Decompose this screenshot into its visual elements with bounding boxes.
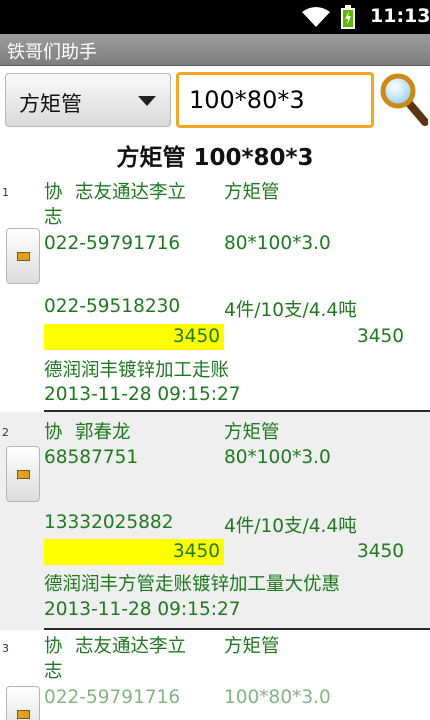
row-index: 2 [2, 426, 9, 439]
product-name: 方矩管 [224, 182, 280, 203]
category-dropdown[interactable]: 方矩管 [5, 73, 171, 127]
product-name: 方矩管 [224, 636, 280, 657]
battery-charging-icon [341, 5, 355, 29]
product-spec: 100*80*3.0 [224, 687, 331, 708]
call-button[interactable] [6, 446, 40, 502]
call-button[interactable] [6, 686, 40, 720]
membership-tag: 协 [44, 182, 63, 203]
timestamp: 2013-11-28 09:15:27 [44, 384, 241, 405]
phone-primary: 68587751 [44, 447, 139, 468]
quantity: 4件/10支/4.4吨 [224, 300, 357, 321]
phone-secondary: 13332025882 [44, 512, 174, 533]
price-highlight: 3450 [44, 324, 224, 350]
search-input[interactable] [176, 72, 374, 128]
phone-card-icon [17, 252, 30, 261]
call-button[interactable] [6, 228, 40, 284]
list-item[interactable]: 1 协 志友通达李立 志 方矩管 022-59791716 80*100*3.0… [0, 176, 430, 412]
phone-primary: 022-59791716 [44, 687, 181, 708]
phone-card-icon [17, 470, 30, 479]
clock: 11:13 [370, 5, 430, 27]
company-name: 志友通达李立 [75, 182, 187, 203]
quantity: 4件/10支/4.4吨 [224, 516, 357, 537]
status-bar: 11:13 [0, 0, 430, 34]
search-button[interactable] [378, 72, 429, 128]
wifi-icon [302, 7, 330, 27]
price: 3450 [172, 326, 220, 347]
remark: 德润润丰方管走账镀锌加工量大优惠 [44, 574, 341, 595]
phone-primary: 022-59791716 [44, 233, 181, 254]
magnifier-icon [380, 73, 429, 126]
timestamp: 2013-11-28 09:15:27 [44, 599, 241, 620]
list-item[interactable]: 2 协 郭春龙 方矩管 68587751 80*100*3.0 13332025… [0, 412, 430, 630]
phone-secondary: 022-59518230 [44, 296, 181, 317]
row-index: 3 [2, 642, 9, 655]
price-right: 3450 [357, 541, 405, 562]
membership-tag: 协 [44, 422, 63, 443]
chevron-down-icon [138, 96, 156, 106]
price-right: 3450 [357, 326, 405, 347]
company-name-wrap: 志 [44, 661, 63, 682]
phone-card-icon [17, 710, 30, 719]
price-highlight: 3450 [44, 539, 224, 565]
membership-tag: 协 [44, 636, 63, 657]
row-index: 1 [2, 186, 9, 199]
list-item[interactable]: 3 协 志友通达李立 志 方矩管 022-59791716 100*80*3.0 [0, 630, 430, 720]
product-spec: 80*100*3.0 [224, 233, 331, 254]
product-spec: 80*100*3.0 [224, 447, 331, 468]
product-name: 方矩管 [224, 422, 280, 443]
company-name: 志友通达李立 [75, 636, 187, 657]
company-name: 郭春龙 [75, 422, 131, 443]
result-heading: 方矩管 100*80*3 [116, 145, 314, 171]
app-title-bar: 铁哥们助手 [0, 34, 430, 66]
app-title: 铁哥们助手 [7, 42, 97, 63]
remark: 德润润丰镀锌加工走账 [44, 360, 230, 381]
company-name-wrap: 志 [44, 207, 63, 228]
category-dropdown-value: 方矩管 [19, 92, 82, 116]
price: 3450 [172, 541, 220, 562]
